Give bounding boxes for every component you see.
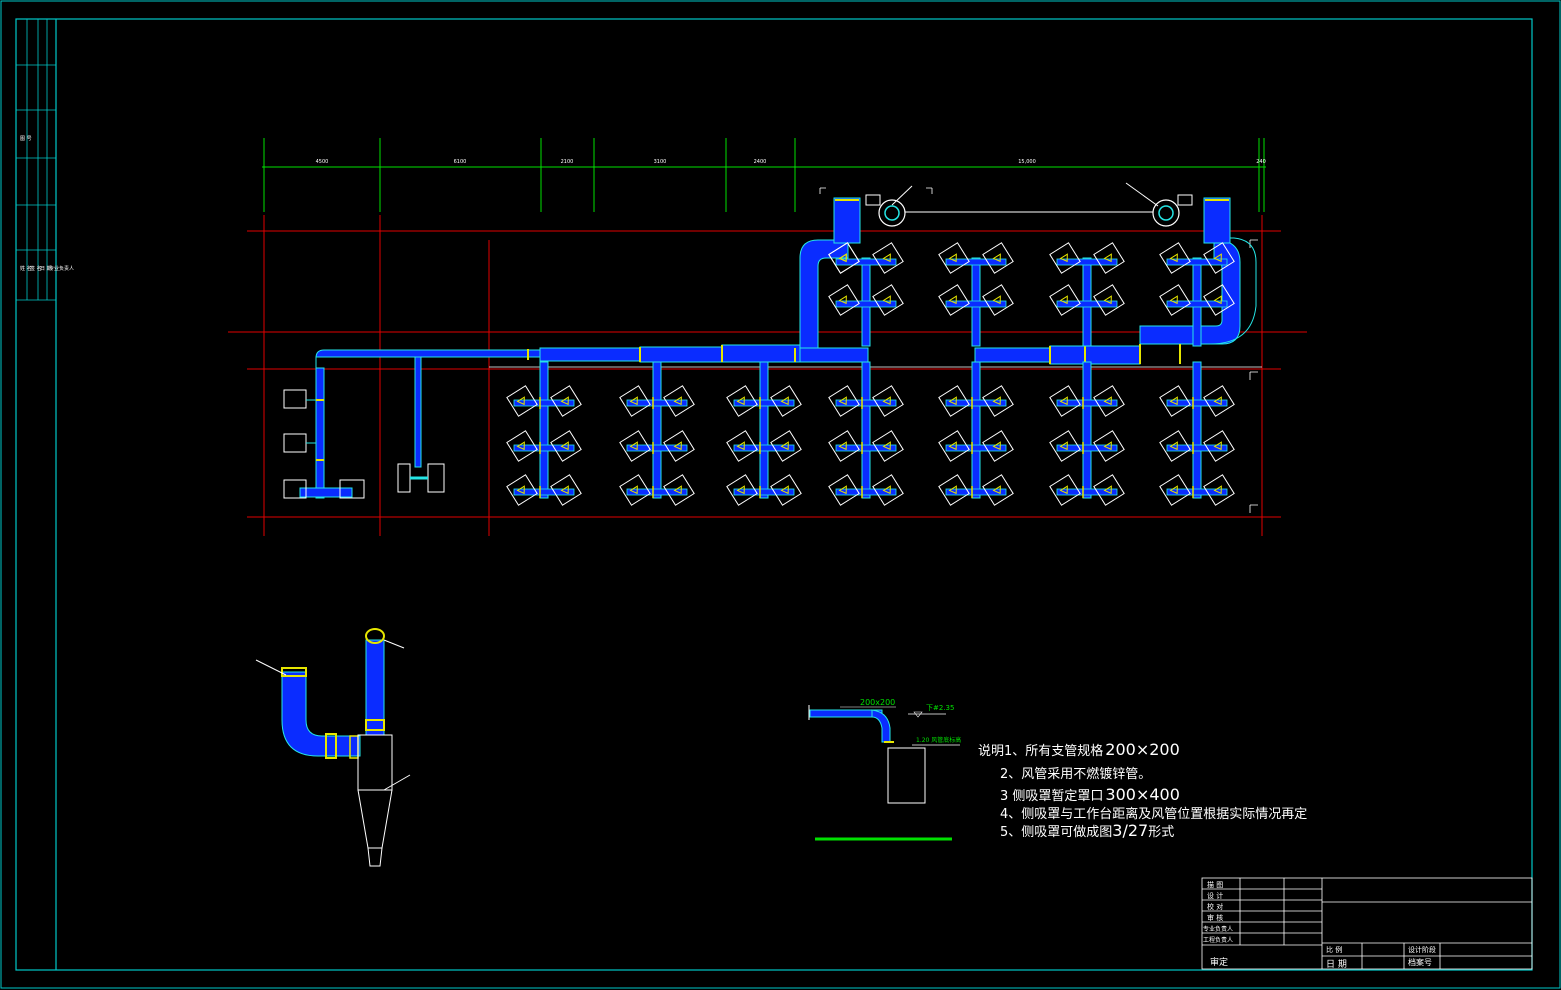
branch-duct: [861, 361, 871, 499]
note-line-5: 5、侧吸罩可做成图3/27形式: [1000, 821, 1174, 840]
tb-row-3: 校 对: [1207, 903, 1224, 911]
tb-date: 日 期: [1326, 960, 1347, 970]
branch-duct: [1192, 361, 1202, 499]
branch-duct: [971, 361, 981, 499]
section-top-elevation: 下#2.35: [926, 704, 954, 712]
dimension-label: 2400: [754, 159, 767, 165]
side-text-5: 专业负责人: [49, 265, 74, 272]
note-1-text: 说明1、所有支管规格: [978, 744, 1104, 759]
dimension-label: 4500: [316, 159, 329, 165]
note-line-4: 4、侧吸罩与工作台距离及风管位置根据实际情况再定: [1000, 807, 1308, 822]
dimension-label: 2100: [561, 159, 574, 165]
branch-duct: [539, 361, 549, 499]
side-hood: [1159, 242, 1191, 274]
side-strip: [16, 19, 56, 301]
side-hood: [872, 242, 904, 274]
side-hood: [1093, 242, 1125, 274]
tb-row-1: 描 图: [1207, 881, 1224, 889]
branch-ducts: [513, 257, 1228, 499]
fan-right: [1125, 182, 1193, 227]
note-3-value: 300×400: [1105, 785, 1180, 804]
note-line-1: 说明1、所有支管规格 200×200: [978, 740, 1180, 759]
section-detail: [808, 705, 960, 841]
elevation-view: [255, 628, 411, 867]
side-hood: [828, 284, 860, 316]
tb-archive: 档案号: [1408, 958, 1432, 967]
side-text-1: 图 号: [20, 136, 32, 142]
tb-approve: 审定: [1210, 958, 1229, 968]
title-block: [1201, 877, 1533, 970]
dimension-label: 3100: [654, 159, 667, 165]
note-1-value: 200×200: [1105, 740, 1180, 759]
side-hood: [1159, 284, 1191, 316]
note-line-2: 2、风管采用不燃镀锌管。: [1000, 767, 1152, 782]
fan-left: [865, 185, 913, 227]
tb-row-5: 专业负责人: [1203, 926, 1234, 933]
dimension-label: 6100: [454, 159, 467, 165]
flanges: [316, 199, 1229, 461]
note-3-text: 3 侧吸罩暂定罩口: [1000, 789, 1104, 804]
tb-stage: 设计阶段: [1408, 946, 1436, 954]
dimension-label: 15,000: [1018, 159, 1036, 165]
side-hood: [982, 242, 1014, 274]
section-bottom-elevation: 1.20 风管底标高: [916, 736, 961, 744]
note-5-value: 3/27: [1112, 821, 1149, 840]
branch-duct: [652, 361, 662, 499]
tb-row-4: 审 核: [1207, 914, 1224, 922]
side-hood: [872, 284, 904, 316]
tb-scale: 比 例: [1326, 946, 1343, 954]
side-hood: [938, 284, 970, 316]
dimension-line: [262, 138, 1266, 212]
tb-row-2: 设 计: [1207, 892, 1224, 900]
note-line-3: 3 侧吸罩暂定罩口 300×400: [1000, 785, 1180, 804]
branch-duct: [1082, 361, 1092, 499]
section-duct-size: 200x200: [860, 698, 895, 707]
side-hood: [1049, 284, 1081, 316]
tb-row-6: 工程负责人: [1203, 937, 1234, 944]
cad-drawing: 图 号 姓 名 签 名 日 期 专业负责人 4500 6100 2100 3100 24…: [0, 0, 1561, 989]
dimension-labels: 4500 6100 2100 3100 2400 15,000 240: [316, 159, 1266, 165]
side-hood: [1093, 284, 1125, 316]
side-hood: [982, 284, 1014, 316]
dimension-label: 240: [1256, 159, 1266, 165]
side-hood: [938, 242, 970, 274]
note-5-text: 5、侧吸罩可做成图: [1000, 825, 1113, 840]
side-hood: [1049, 242, 1081, 274]
branch-duct: [759, 361, 769, 499]
note-5-suffix: 形式: [1148, 825, 1175, 840]
